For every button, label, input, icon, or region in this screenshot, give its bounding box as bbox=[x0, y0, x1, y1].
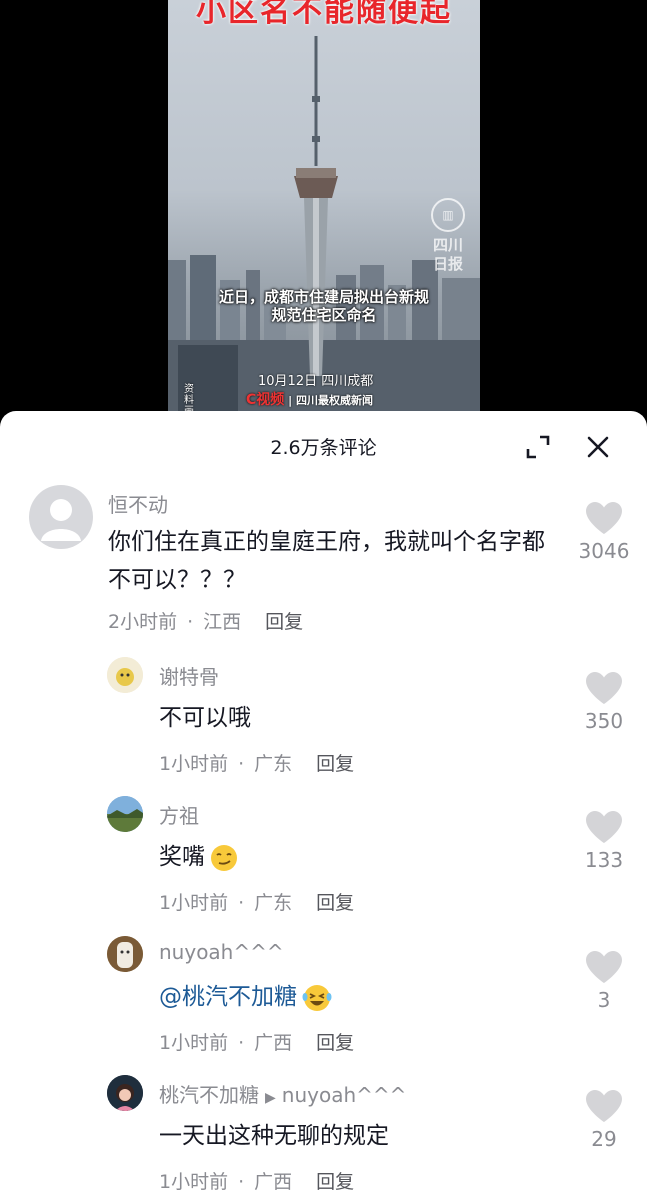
comment-time: 1小时前 bbox=[159, 892, 229, 914]
comment-text: 不可以哦 bbox=[159, 705, 251, 731]
tv-tower-image bbox=[294, 36, 338, 376]
like-count: 133 bbox=[584, 848, 624, 872]
heart-icon bbox=[586, 951, 622, 983]
comment-text-body: 奖嘴 bbox=[159, 844, 205, 870]
like-button[interactable]: 133 bbox=[574, 810, 634, 872]
comment-location: 广东 bbox=[254, 892, 293, 914]
comment-location: 江西 bbox=[203, 611, 242, 633]
comment-username[interactable]: 恒不动 bbox=[108, 489, 168, 518]
avatar[interactable] bbox=[107, 796, 143, 832]
avatar[interactable] bbox=[107, 657, 143, 693]
watermark-line2: 日报 bbox=[432, 255, 463, 273]
comment-username[interactable]: 方祖 bbox=[159, 800, 199, 829]
comment-time: 1小时前 bbox=[159, 1032, 229, 1054]
comment-meta: 1小时前 · 广东 回复 bbox=[159, 749, 354, 776]
laughing-emoji-icon bbox=[302, 984, 332, 1011]
expand-button[interactable] bbox=[524, 433, 552, 461]
like-button[interactable]: 3046 bbox=[574, 501, 634, 563]
girl-avatar-icon bbox=[107, 1075, 143, 1111]
news-logo: C视频 | 四川最权威新闻 bbox=[246, 389, 373, 409]
comment-text: 奖嘴 bbox=[159, 838, 239, 876]
comment-meta: 1小时前 · 广西 回复 bbox=[159, 1167, 354, 1194]
like-button[interactable]: 3 bbox=[574, 950, 634, 1012]
reply-item: 桃汽不加糖 ▶ nuyoah^^^ 一天出这种无聊的规定 1小时前 · 广西 回复 29 bbox=[0, 1075, 647, 1199]
comment-location: 广西 bbox=[254, 1032, 293, 1054]
comment-username[interactable]: 桃汽不加糖 bbox=[159, 1083, 259, 1107]
comment-text: 你们住在真正的皇庭王府，我就叫个名字都不可以？？？ bbox=[108, 529, 545, 593]
heart-icon bbox=[586, 1090, 622, 1122]
reply-item: nuyoah^^^ @桃汽不加糖 1小时前 · 广西 回复 3 bbox=[0, 936, 647, 1060]
comment-meta: 1小时前 · 广东 回复 bbox=[159, 888, 354, 915]
mention-link[interactable]: @桃汽不加糖 bbox=[159, 984, 297, 1010]
video-dateline: 10月12日 四川成都 bbox=[258, 374, 374, 389]
comment-meta: 1小时前 · 广西 回复 bbox=[159, 1028, 354, 1055]
expand-icon bbox=[526, 435, 550, 459]
comment-username-row: 桃汽不加糖 ▶ nuyoah^^^ bbox=[159, 1079, 406, 1108]
reply-arrow-icon: ▶ bbox=[265, 1090, 276, 1106]
meta-separator: · bbox=[238, 1032, 245, 1054]
watermark-line1: 四川 bbox=[432, 236, 463, 254]
reply-button[interactable]: 回复 bbox=[316, 892, 354, 914]
reply-button[interactable]: 回复 bbox=[265, 611, 303, 633]
comment-username[interactable]: nuyoah^^^ bbox=[159, 940, 284, 964]
like-count: 3046 bbox=[578, 539, 630, 563]
reply-button[interactable]: 回复 bbox=[316, 753, 354, 775]
video-headline: 小区名不能随便起 bbox=[196, 0, 452, 29]
c-video-logo: C视频 bbox=[246, 392, 285, 408]
heart-icon bbox=[586, 811, 622, 843]
heart-icon bbox=[586, 502, 622, 534]
daily-logo-icon: ▥ bbox=[431, 198, 465, 232]
comment-location: 广东 bbox=[254, 753, 293, 775]
smirk-emoji-icon bbox=[211, 844, 237, 871]
comment-time: 2小时前 bbox=[108, 611, 178, 633]
like-count: 29 bbox=[591, 1127, 617, 1151]
cartoon-avatar-icon bbox=[107, 657, 143, 693]
avatar[interactable] bbox=[29, 485, 93, 549]
reply-button[interactable]: 回复 bbox=[316, 1171, 354, 1193]
like-button[interactable]: 29 bbox=[574, 1089, 634, 1151]
landscape-avatar-icon bbox=[107, 796, 143, 832]
meta-separator: · bbox=[238, 753, 245, 775]
video-player[interactable]: 小区名不能随便起 ▥ 四川 日报 近日，成都市住建局拟出台新规 规范住宅区命名 … bbox=[168, 0, 480, 420]
comment-time: 1小时前 bbox=[159, 1171, 229, 1193]
reply-to-username[interactable]: nuyoah^^^ bbox=[282, 1083, 407, 1107]
like-button[interactable]: 350 bbox=[574, 671, 634, 733]
subtitle-line2: 规范住宅区命名 bbox=[271, 306, 377, 324]
close-icon bbox=[587, 436, 609, 458]
comment-time: 1小时前 bbox=[159, 753, 229, 775]
news-logo-text: | 四川最权威新闻 bbox=[288, 394, 373, 407]
like-count: 350 bbox=[584, 709, 624, 733]
reply-item: 方祖 奖嘴 1小时前 · 广东 回复 133 bbox=[0, 796, 647, 920]
comment-sheet: 2.6万条评论 恒不动 你们住在真正的皇庭王府，我就叫个名字都不可以？？？ 2小… bbox=[0, 411, 647, 1200]
sichuan-daily-watermark: ▥ 四川 日报 bbox=[426, 198, 470, 274]
comment-username[interactable]: 谢特骨 bbox=[159, 661, 219, 690]
default-avatar-icon bbox=[41, 499, 81, 541]
comment-meta: 2小时前 · 江西 回复 bbox=[108, 607, 303, 634]
comment-text: @桃汽不加糖 bbox=[159, 978, 333, 1016]
like-count: 3 bbox=[597, 988, 611, 1012]
meta-separator: · bbox=[187, 611, 194, 633]
reply-button[interactable]: 回复 bbox=[316, 1032, 354, 1054]
meta-separator: · bbox=[238, 892, 245, 914]
comment-location: 广西 bbox=[254, 1171, 293, 1193]
avatar[interactable] bbox=[107, 1075, 143, 1111]
subtitle-line1: 近日，成都市住建局拟出台新规 bbox=[218, 288, 429, 306]
close-button[interactable] bbox=[584, 433, 612, 461]
reply-item: 谢特骨 不可以哦 1小时前 · 广东 回复 350 bbox=[0, 657, 647, 781]
heart-icon bbox=[586, 672, 622, 704]
comment-item: 恒不动 你们住在真正的皇庭王府，我就叫个名字都不可以？？？ 2小时前 · 江西 回复 … bbox=[0, 483, 647, 643]
comment-text: 一天出这种无聊的规定 bbox=[159, 1123, 389, 1149]
avatar[interactable] bbox=[107, 936, 143, 972]
video-subtitle: 近日，成都市住建局拟出台新规 规范住宅区命名 bbox=[168, 288, 480, 324]
meta-separator: · bbox=[238, 1171, 245, 1193]
photo-avatar-icon bbox=[107, 936, 143, 972]
